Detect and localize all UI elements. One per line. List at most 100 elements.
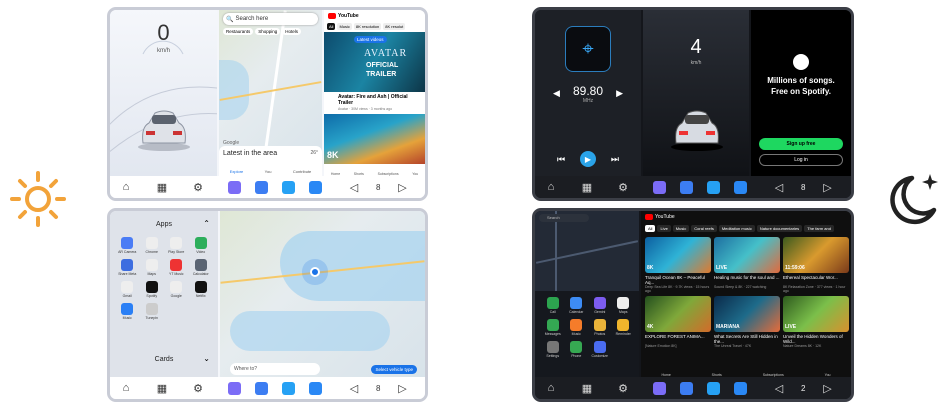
app-icon[interactable]: [570, 297, 583, 309]
app-tile[interactable]: Gemini: [588, 297, 612, 314]
skip-back-icon[interactable]: ⏮: [557, 154, 565, 165]
app-tile[interactable]: Play Store: [164, 237, 189, 254]
music-app-icon[interactable]: [228, 180, 241, 194]
app-icon[interactable]: [593, 319, 606, 331]
trailer-thumbnail[interactable]: Latest videos AVATAR OFFICIAL TRAILER: [324, 32, 425, 92]
map-nav-explore[interactable]: Explore: [230, 169, 244, 174]
app-icon[interactable]: [546, 297, 559, 309]
volume-down-icon[interactable]: ◁: [769, 179, 789, 195]
vehicle-type-button[interactable]: Select vehicle type: [371, 365, 417, 374]
chip-shopping[interactable]: Shopping: [255, 28, 281, 35]
grid-icon[interactable]: ▦: [152, 179, 172, 195]
map-nav-you[interactable]: You: [265, 169, 272, 174]
app-icon[interactable]: [145, 303, 158, 315]
app-icon[interactable]: [194, 237, 207, 249]
bluetooth-app-icon[interactable]: [255, 381, 268, 395]
video-thumbnail[interactable]: 11:59:06: [783, 237, 849, 273]
maps-app-icon[interactable]: [282, 180, 295, 194]
video-card[interactable]: 4K EXPLORE FOREST ANIMA... [Nature Emotion…: [645, 296, 711, 352]
app-tile[interactable]: Chrome: [140, 237, 165, 254]
chip-8k[interactable]: 8K resolution: [353, 23, 382, 30]
music-app-icon[interactable]: [653, 381, 666, 395]
map-search-input[interactable]: Search: [539, 214, 589, 222]
volume-down-icon[interactable]: ◁: [344, 179, 364, 195]
chevron-up-icon[interactable]: ⌃: [203, 219, 210, 228]
home-icon[interactable]: ⌂: [541, 179, 561, 195]
video-thumbnail[interactable]: LIVE: [783, 296, 849, 332]
app-icon[interactable]: [145, 281, 158, 293]
volume-up-icon[interactable]: ▷: [392, 380, 412, 396]
app-tile[interactable]: Maps: [140, 259, 165, 276]
app-icon[interactable]: [145, 259, 158, 271]
volume-up-icon[interactable]: ▷: [392, 179, 412, 195]
app-icon[interactable]: [121, 237, 134, 249]
settings-icon[interactable]: ⚙: [188, 380, 208, 396]
app-tile[interactable]: Video: [189, 237, 214, 254]
signup-button[interactable]: Sign up free: [759, 138, 843, 150]
youtube-panel[interactable]: YouTube All Music 8K resolution 8K resol…: [324, 10, 425, 176]
where-to-bar[interactable]: Where to?: [230, 363, 320, 375]
app-tile[interactable]: Calendar: [565, 297, 589, 314]
video-card[interactable]: 8K Tranquil Ocean 8K – Peaceful Aq... Deep…: [645, 237, 711, 293]
app-tile[interactable]: Calculator: [189, 259, 214, 276]
maps-app-icon[interactable]: [707, 180, 720, 194]
video-card[interactable]: LIVE Healing music for the soul and ... So…: [714, 237, 780, 293]
dark-map[interactable]: Search: [535, 211, 639, 291]
app-tile[interactable]: Google: [164, 281, 189, 298]
volume-down-icon[interactable]: ◁: [769, 380, 789, 396]
app-tile[interactable]: Netflix: [189, 281, 214, 298]
video-title[interactable]: Tranquil Ocean 8K – Peaceful Aq...: [645, 275, 711, 285]
video-thumbnail[interactable]: MARIANA: [714, 296, 780, 332]
app-icon[interactable]: [170, 259, 183, 271]
volume-down-icon[interactable]: ◁: [344, 380, 364, 396]
play-button[interactable]: ▶: [580, 151, 596, 167]
dark-youtube-panel[interactable]: YouTube All Live Music Coral reefs Meditatio…: [641, 211, 851, 381]
chip-8k-2[interactable]: 8K resolut: [383, 23, 406, 30]
chip[interactable]: Live: [657, 225, 671, 232]
app-tile[interactable]: Music: [115, 303, 140, 320]
app-tile[interactable]: Call: [541, 297, 565, 314]
settings-icon[interactable]: ⚙: [613, 179, 633, 195]
camera-app-icon[interactable]: [734, 381, 747, 395]
app-tile[interactable]: Phone: [565, 341, 589, 358]
video-title[interactable]: Avatar: Fire and Ash | Official Trailer: [338, 94, 422, 106]
login-button[interactable]: Log in: [759, 154, 843, 166]
video-thumbnail[interactable]: 8K: [645, 237, 711, 273]
camera-app-icon[interactable]: [309, 180, 322, 194]
app-tile[interactable]: Tunepin: [140, 303, 165, 320]
video-card[interactable]: 11:59:06 Ethereal Spectacular Wor... 8K Re…: [783, 237, 849, 293]
video-title[interactable]: What Secrets Are Still Hidden in the...: [714, 334, 780, 344]
app-icon[interactable]: [121, 259, 134, 271]
app-tile[interactable]: Spotify: [140, 281, 165, 298]
app-tile[interactable]: Reminder: [612, 319, 636, 336]
maps-app-icon[interactable]: [282, 381, 295, 395]
video-title[interactable]: Ethereal Spectacular Wor...: [783, 275, 849, 285]
app-icon[interactable]: [170, 281, 183, 293]
chip-music[interactable]: Music: [337, 23, 352, 30]
music-app-icon[interactable]: [653, 180, 666, 194]
chip[interactable]: Meditation music: [718, 225, 755, 232]
app-tile[interactable]: Photos: [588, 319, 612, 336]
home-icon[interactable]: ⌂: [116, 179, 136, 195]
app-icon[interactable]: [593, 341, 606, 353]
video-thumbnail[interactable]: 4K: [645, 296, 711, 332]
bluetooth-app-icon[interactable]: [680, 180, 693, 194]
bluetooth-app-icon[interactable]: [255, 180, 268, 194]
app-tile[interactable]: Music: [565, 319, 589, 336]
app-tile[interactable]: Settings: [541, 341, 565, 358]
chip-restaurants[interactable]: Restaurants: [223, 28, 254, 35]
app-icon[interactable]: [570, 319, 583, 331]
app-icon[interactable]: [170, 237, 183, 249]
reef-thumbnail[interactable]: 8K: [324, 114, 425, 164]
home-icon[interactable]: ⌂: [116, 380, 136, 396]
app-icon[interactable]: [121, 281, 134, 293]
chip[interactable]: Music: [672, 225, 690, 232]
app-tile[interactable]: Share Meta: [115, 259, 140, 276]
app-tile[interactable]: Maps: [612, 297, 636, 314]
app-icon[interactable]: [570, 341, 583, 353]
grid-icon[interactable]: ▦: [577, 179, 597, 195]
app-tile[interactable]: YT Music: [164, 259, 189, 276]
app-tile[interactable]: Customize: [588, 341, 612, 358]
camera-app-icon[interactable]: [309, 381, 322, 395]
map-panel[interactable]: 🔍 Search here Restaurants Shopping Hotel…: [219, 10, 322, 176]
